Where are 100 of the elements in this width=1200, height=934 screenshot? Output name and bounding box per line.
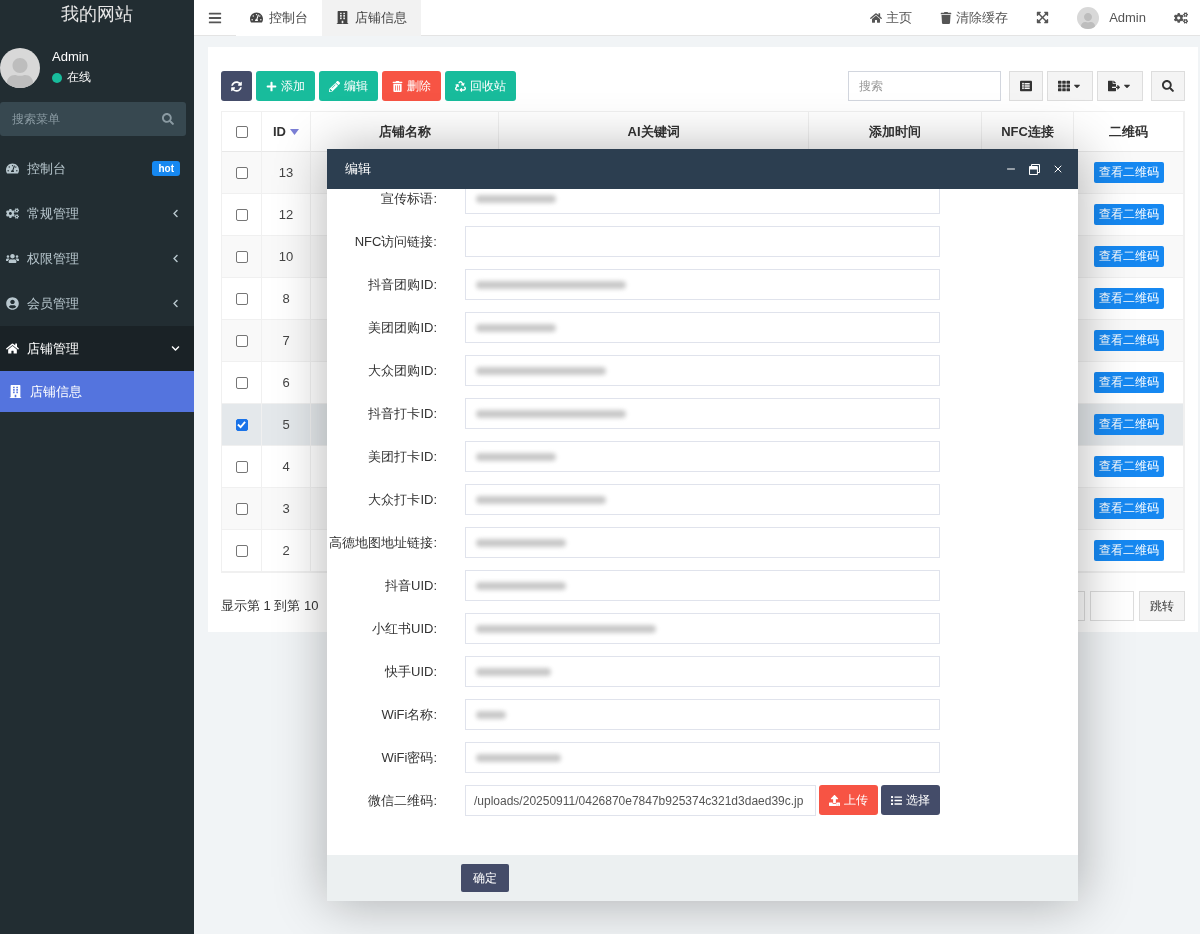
row-checkbox[interactable] xyxy=(235,460,248,473)
columns-button[interactable] xyxy=(1047,71,1093,101)
field-label: 宣传标语: xyxy=(380,190,437,208)
id-cell: 4 xyxy=(262,446,311,488)
list-icon xyxy=(1020,80,1032,92)
pagination-summary: 显示第 1 到第 10 xyxy=(221,597,319,615)
nav-tab[interactable]: 店铺信息 xyxy=(322,0,421,36)
input-field[interactable] xyxy=(465,742,940,773)
menu-search-field[interactable]: 搜索菜单 xyxy=(0,102,186,136)
sort-icon xyxy=(290,128,299,135)
input-field[interactable] xyxy=(465,656,940,687)
users-icon xyxy=(6,252,19,265)
row-checkbox[interactable] xyxy=(235,376,248,389)
field-label: 大众打卡ID: xyxy=(367,491,437,509)
avatar-icon xyxy=(0,47,40,88)
dialog-title: 编辑 xyxy=(345,160,372,178)
view-qr-button[interactable]: 查看二维码 xyxy=(1093,498,1164,519)
view-qr-button[interactable]: 查看二维码 xyxy=(1093,204,1164,225)
id-cell: 6 xyxy=(262,362,311,404)
trash-icon xyxy=(940,11,953,24)
input-field[interactable] xyxy=(465,570,940,601)
id-cell: 2 xyxy=(262,530,311,572)
user-name: Admin xyxy=(52,49,90,64)
search-icon[interactable] xyxy=(162,113,174,125)
field-label: 微信二维码: xyxy=(367,792,437,810)
row-checkbox[interactable] xyxy=(235,334,248,347)
house-icon xyxy=(870,11,883,24)
jump-button[interactable]: 跳转 xyxy=(1139,591,1185,621)
chevron-left-icon xyxy=(171,299,180,308)
page-input[interactable] xyxy=(1090,591,1134,621)
view-qr-button[interactable]: 查看二维码 xyxy=(1093,288,1164,309)
row-checkbox[interactable] xyxy=(235,250,248,263)
id-cell: 10 xyxy=(262,236,311,278)
row-checkbox[interactable] xyxy=(235,292,248,305)
field-label: 快手UID: xyxy=(384,663,437,681)
refresh-icon xyxy=(231,80,242,92)
house-icon xyxy=(6,342,19,355)
id-cell: 5 xyxy=(262,404,311,446)
gears-icon xyxy=(6,207,19,220)
input-field[interactable] xyxy=(465,312,940,343)
maximize-icon[interactable] xyxy=(1029,163,1040,175)
view-qr-button[interactable]: 查看二维码 xyxy=(1093,330,1164,351)
sidebar-item[interactable]: 店铺管理 xyxy=(0,326,194,371)
row-checkbox[interactable] xyxy=(235,544,248,557)
field-label: 抖音团购ID: xyxy=(367,276,437,294)
input-field[interactable] xyxy=(465,398,940,429)
row-checkbox[interactable] xyxy=(235,502,248,515)
online-status: 在线 xyxy=(52,69,91,86)
input-field[interactable] xyxy=(465,527,940,558)
view-qr-button[interactable]: 查看二维码 xyxy=(1093,540,1164,561)
plus-icon xyxy=(266,80,277,92)
search-button[interactable] xyxy=(1151,71,1185,101)
field-label: NFC访问链接: xyxy=(353,233,437,251)
sidebar-item[interactable]: 权限管理 xyxy=(0,236,194,281)
building-icon xyxy=(336,11,349,24)
input-field[interactable] xyxy=(465,269,940,300)
id-cell: 3 xyxy=(262,488,311,530)
input-field[interactable] xyxy=(465,189,940,214)
input-field[interactable] xyxy=(465,226,940,257)
view-qr-button[interactable]: 查看二维码 xyxy=(1093,456,1164,477)
file-path-field[interactable]: /uploads/20250911/0426870e7847b925374c321d3daed39c.jp xyxy=(465,785,816,816)
refresh-button[interactable] xyxy=(221,71,252,101)
id-cell: 8 xyxy=(262,278,311,320)
export-button[interactable] xyxy=(1097,71,1143,101)
view-qr-button[interactable]: 查看二维码 xyxy=(1093,414,1164,435)
input-field[interactable] xyxy=(465,441,940,472)
row-checkbox[interactable] xyxy=(235,166,248,179)
id-cell: 7 xyxy=(262,320,311,362)
user-menu[interactable]: Admin xyxy=(1063,0,1160,36)
grid-icon xyxy=(1058,80,1070,92)
header-link[interactable]: 清除缓存 xyxy=(926,0,1023,36)
close-icon[interactable] xyxy=(1052,163,1064,175)
site-logo: 我的网站 xyxy=(60,3,134,26)
select-all-checkbox[interactable] xyxy=(235,125,248,138)
search-field[interactable]: 搜索 xyxy=(848,71,1001,101)
confirm-button[interactable]: 确定 xyxy=(461,864,509,892)
row-checkbox[interactable] xyxy=(235,208,248,221)
row-checkbox[interactable] xyxy=(235,418,248,431)
input-field[interactable] xyxy=(465,484,940,515)
building-icon xyxy=(9,385,22,398)
input-field[interactable] xyxy=(465,355,940,386)
trash-icon xyxy=(392,80,403,92)
input-field[interactable] xyxy=(465,699,940,730)
chevron-left-icon xyxy=(171,209,180,218)
avatar-icon xyxy=(1077,6,1100,29)
dashboard-icon xyxy=(250,11,263,24)
sidebar-item[interactable]: 常规管理 xyxy=(0,191,194,236)
field-label: 抖音打卡ID: xyxy=(367,405,437,423)
pencil-icon xyxy=(329,80,340,92)
sidebar-item[interactable]: 控制台 hot xyxy=(0,146,194,191)
input-field[interactable] xyxy=(465,613,940,644)
choose-button[interactable]: 选择 xyxy=(881,785,940,815)
view-qr-button[interactable]: 查看二维码 xyxy=(1093,246,1164,267)
header-link[interactable]: 主页 xyxy=(856,0,927,36)
field-label: 高德地图地址链接: xyxy=(328,534,437,552)
view-qr-button[interactable]: 查看二维码 xyxy=(1093,372,1164,393)
sidebar-subitem[interactable]: 店铺信息 xyxy=(0,371,194,412)
sidebar-item[interactable]: 会员管理 xyxy=(0,281,194,326)
list-view-button[interactable] xyxy=(1009,71,1043,101)
view-qr-button[interactable]: 查看二维码 xyxy=(1093,162,1164,183)
